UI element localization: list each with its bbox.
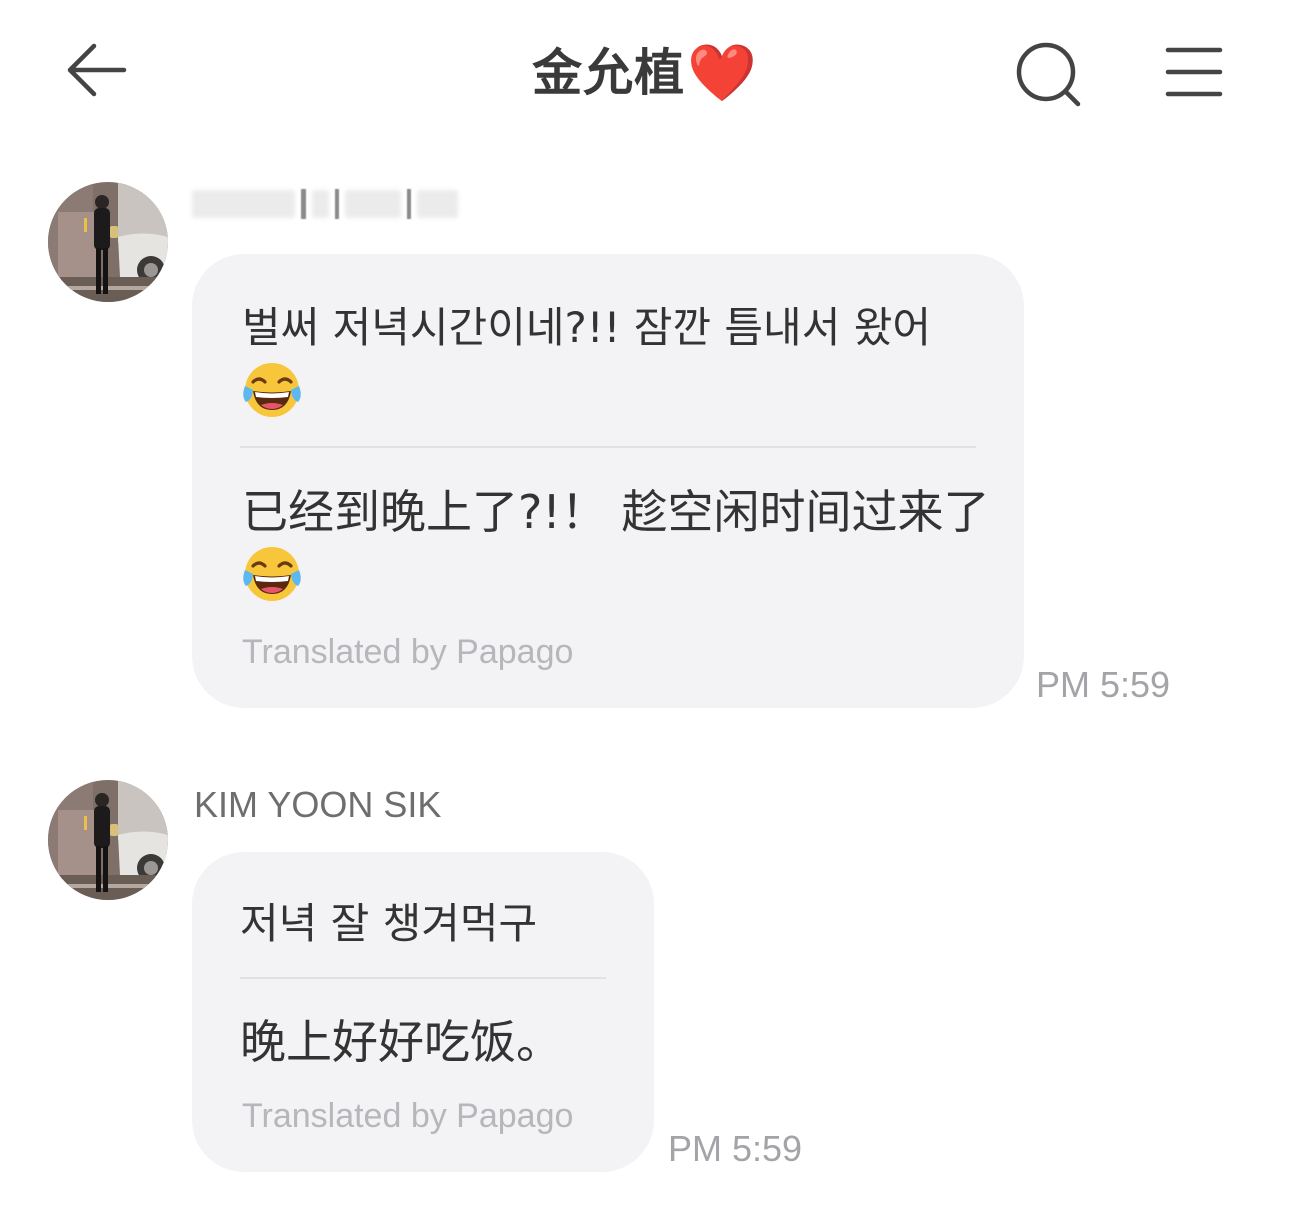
message-original: 벌써 저녁시간이네?!! 잠깐 틈내서 왔어 [242, 296, 992, 426]
translation-divider [240, 977, 606, 979]
message-bubble[interactable]: 저녁 잘 챙겨먹구 晚上好好吃饭。 Translated by Papago [192, 852, 654, 1172]
message-timestamp: PM 5:59 [1036, 664, 1171, 705]
message-translation: 已经到晚上了?!！ 趁空闲时间过来了 [242, 480, 1002, 608]
message-original-text: 저녁 잘 챙겨먹구 [240, 899, 538, 948]
message-bubble[interactable]: 벌써 저녁시간이네?!! 잠깐 틈내서 왔어 已经到晚上了?!！ 趁空闲时间过来… [192, 254, 1024, 708]
sender-avatar[interactable] [48, 780, 168, 900]
heart-emoji-icon: ❤️ [687, 41, 758, 106]
tears-of-joy-emoji-icon [242, 360, 302, 420]
menu-button[interactable] [1160, 42, 1228, 102]
avatar-photo [48, 780, 168, 900]
sender-name: KIM YOON SIK [194, 784, 442, 825]
message-translation-text: 晚上好好吃饭。 [240, 1015, 562, 1069]
avatar-photo [48, 182, 168, 302]
translation-credit: Translated by Papago [242, 633, 574, 671]
translation-divider [240, 446, 976, 448]
translation-credit: Translated by Papago [242, 1097, 574, 1135]
chat-title: 金允植❤️ [0, 38, 1290, 109]
menu-icon [1165, 47, 1223, 97]
message-timestamp: PM 5:59 [668, 1128, 803, 1169]
search-button[interactable] [1010, 38, 1090, 112]
search-icon [1016, 42, 1081, 107]
tears-of-joy-emoji-icon [242, 544, 302, 604]
message-translation-text: 已经到晚上了?!！ 趁空闲时间过来了 [242, 485, 990, 539]
chat-title-text: 金允植 [532, 44, 686, 102]
sender-name-obscured [192, 186, 459, 222]
message-original-text: 벌써 저녁시간이네?!! 잠깐 틈내서 왔어 [242, 303, 931, 352]
sender-avatar[interactable] [48, 182, 168, 302]
chat-header: 金允植❤️ [0, 0, 1290, 140]
